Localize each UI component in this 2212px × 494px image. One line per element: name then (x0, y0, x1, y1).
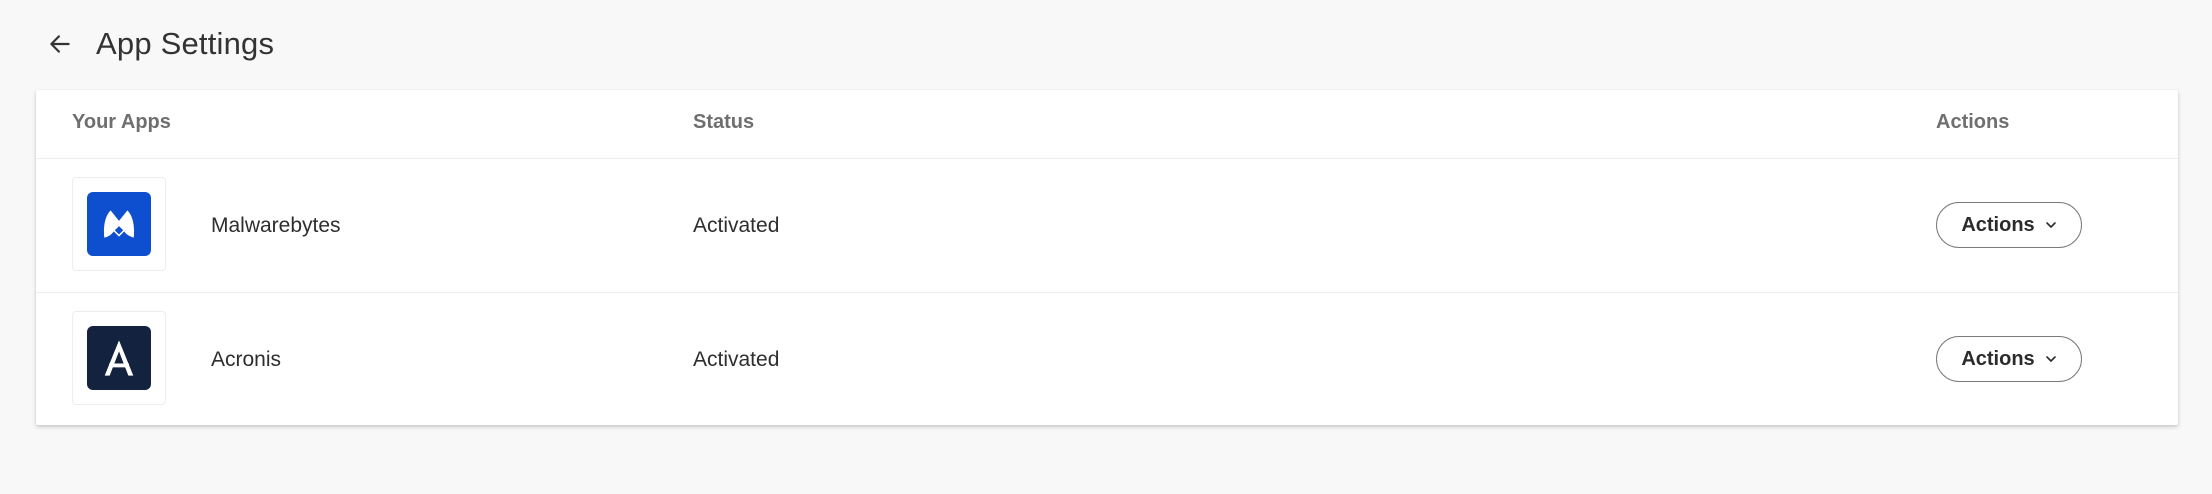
acronis-logo-icon (87, 326, 151, 390)
table-row: Acronis Activated Actions (36, 293, 2178, 425)
table-row: Malwarebytes Activated Actions (36, 159, 2178, 293)
actions-button[interactable]: Actions (1936, 202, 2082, 248)
chevron-down-icon (2045, 219, 2057, 231)
back-button[interactable] (36, 20, 84, 68)
column-header-actions: Actions (1936, 111, 2010, 133)
table-header: Your Apps Status Actions (36, 90, 2178, 159)
column-header-status: Status (693, 111, 755, 133)
app-status: Activated (693, 348, 780, 371)
chevron-down-icon (2045, 353, 2057, 365)
actions-button[interactable]: Actions (1936, 336, 2082, 382)
actions-button-label: Actions (1961, 347, 2035, 370)
page-title: App Settings (96, 26, 275, 61)
apps-table-card: Your Apps Status Actions Malwarebytes Ac… (36, 90, 2178, 425)
app-logo-frame (72, 177, 166, 271)
app-logo-frame (72, 311, 166, 405)
actions-button-label: Actions (1961, 213, 2035, 236)
page-header: App Settings (36, 20, 274, 68)
app-name: Malwarebytes (211, 214, 341, 237)
malwarebytes-logo-icon (87, 192, 151, 256)
app-status: Activated (693, 214, 780, 237)
arrow-left-icon (47, 31, 73, 57)
column-header-apps: Your Apps (72, 111, 171, 133)
app-name: Acronis (211, 348, 282, 371)
